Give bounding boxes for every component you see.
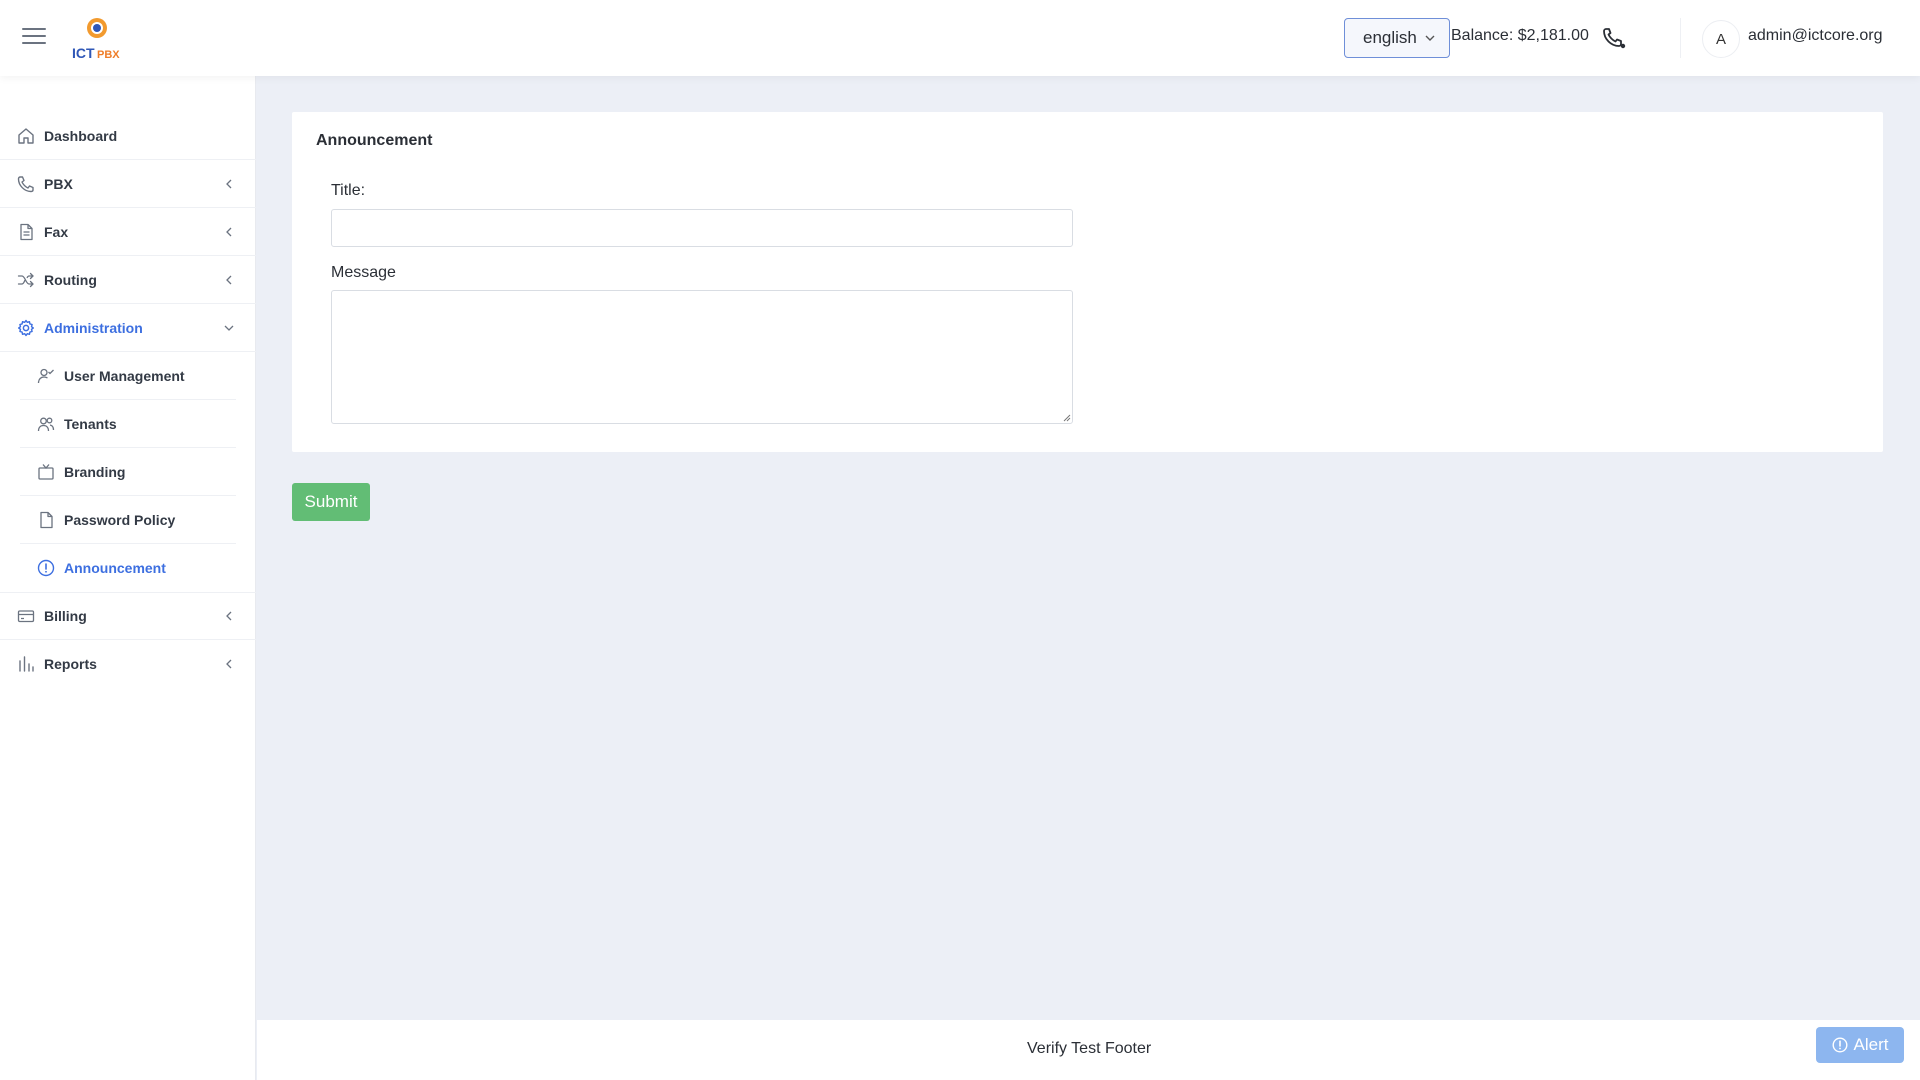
home-icon	[18, 127, 34, 144]
sidebar-item-pbx[interactable]: PBX	[0, 160, 256, 208]
footer: Verify Test Footer	[257, 1020, 1920, 1080]
svg-text:PBX: PBX	[97, 49, 120, 61]
sidebar-item-routing[interactable]: Routing	[0, 256, 256, 304]
submit-button[interactable]: Submit	[292, 483, 370, 521]
sidebar-item-dashboard[interactable]: Dashboard	[0, 112, 256, 160]
alert-button[interactable]: Alert	[1816, 1027, 1904, 1063]
sidebar-subitem-label: Branding	[64, 463, 126, 480]
sidebar-item-label: Reports	[44, 656, 97, 672]
chevron-down-icon	[1425, 35, 1435, 41]
sidebar: Dashboard PBX Fax Routing Administration…	[0, 76, 256, 1080]
chevron-down-icon	[224, 325, 234, 331]
sidebar-subitem-label: Announcement	[64, 560, 166, 576]
sidebar-item-administration[interactable]: Administration	[0, 304, 256, 352]
sidebar-subitem-announcement[interactable]: Announcement	[20, 544, 236, 592]
sidebar-item-label: Billing	[44, 608, 87, 624]
language-value: english	[1363, 28, 1417, 47]
title-input[interactable]	[331, 209, 1073, 247]
info-circle-icon	[37, 559, 55, 577]
language-select[interactable]: english	[1344, 18, 1450, 58]
avatar[interactable]: A	[1702, 20, 1740, 58]
gear-icon	[18, 319, 34, 336]
sidebar-subitem-label: User Management	[64, 367, 185, 384]
info-circle-icon	[1832, 1037, 1848, 1053]
chevron-left-icon	[226, 227, 232, 236]
announcement-card: Announcement Title: Message	[292, 112, 1883, 452]
sidebar-item-fax[interactable]: Fax	[0, 208, 256, 256]
chevron-left-icon	[226, 659, 232, 669]
sidebar-item-label: Administration	[44, 319, 143, 336]
user-check-icon	[37, 368, 54, 383]
chevron-left-icon	[226, 179, 232, 188]
message-label: Message	[331, 264, 396, 281]
sidebar-item-label: Fax	[44, 223, 69, 240]
sidebar-item-reports[interactable]: Reports	[0, 640, 256, 688]
top-header: ICT PBX english Balance: $2,181.00 A adm…	[0, 0, 1920, 76]
sidebar-item-label: Dashboard	[44, 127, 118, 144]
sidebar-subitem-user-management[interactable]: User Management	[20, 352, 236, 400]
message-textarea[interactable]	[331, 290, 1073, 424]
card-title: Announcement	[316, 132, 433, 149]
title-label: Title:	[331, 182, 366, 199]
file-icon	[40, 511, 53, 528]
bar-chart-icon	[19, 656, 34, 672]
app-logo[interactable]: ICT PBX	[70, 16, 126, 62]
sidebar-item-billing[interactable]: Billing	[0, 592, 256, 640]
shuffle-icon	[17, 272, 34, 287]
sidebar-subitem-label: Tenants	[64, 415, 117, 432]
sidebar-item-label: PBX	[44, 175, 73, 192]
user-email[interactable]: admin@ictcore.org	[1748, 27, 1883, 45]
chevron-left-icon	[226, 275, 232, 284]
header-divider	[1680, 18, 1681, 58]
sidebar-item-label: Routing	[44, 271, 97, 288]
tv-icon	[38, 463, 54, 480]
sidebar-subitem-tenants[interactable]: Tenants	[20, 400, 236, 448]
alert-label: Alert	[1853, 1035, 1889, 1054]
sidebar-subitem-password-policy[interactable]: Password Policy	[20, 496, 236, 544]
phone-icon	[17, 175, 34, 192]
phone-icon[interactable]	[1600, 24, 1628, 52]
chevron-left-icon	[226, 611, 232, 621]
resize-grip-icon[interactable]	[1063, 414, 1071, 422]
document-icon	[20, 223, 33, 240]
svg-text:ICT: ICT	[72, 45, 95, 61]
balance-display: Balance: $2,181.00	[1451, 27, 1589, 44]
sidebar-subitem-branding[interactable]: Branding	[20, 448, 236, 496]
users-icon	[37, 417, 55, 431]
credit-card-icon	[17, 610, 35, 623]
hamburger-icon[interactable]	[22, 28, 46, 48]
footer-text: Verify Test Footer	[1027, 1040, 1152, 1057]
sidebar-subitem-label: Password Policy	[64, 511, 176, 528]
